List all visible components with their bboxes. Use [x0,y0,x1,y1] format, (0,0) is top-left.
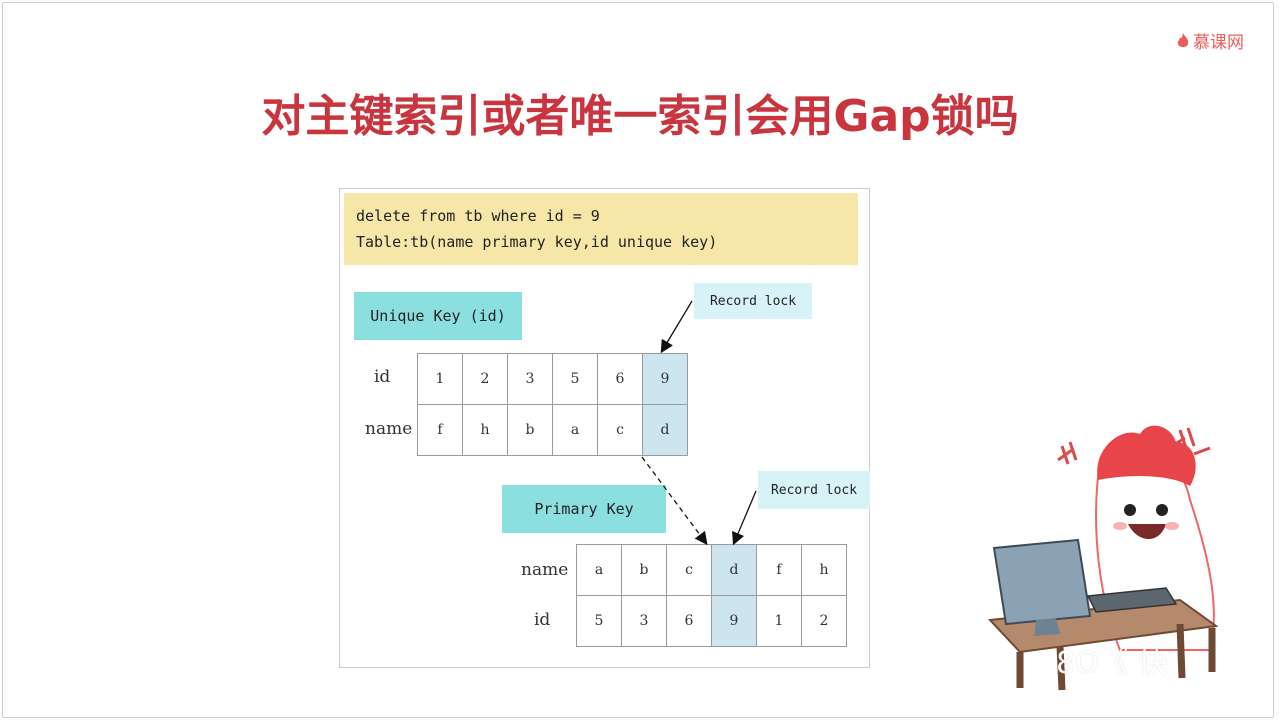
video-watermark: 8O《 快 [1056,646,1169,681]
brand-logo: 慕课网 [1177,28,1244,53]
flame-icon [1177,32,1189,47]
slide-title: 对主键索引或者唯一索引会用Gap锁吗 [261,91,1019,142]
connector-arrows [641,300,757,546]
unique-callout-arrow [660,300,693,354]
lock-diagram: delete from tb where id = 9 Table:tb(nam… [339,188,870,668]
brand-name: 慕课网 [1193,33,1244,53]
primary-callout-arrow [732,490,757,546]
index-to-primary-dashed-arrow [641,456,708,546]
